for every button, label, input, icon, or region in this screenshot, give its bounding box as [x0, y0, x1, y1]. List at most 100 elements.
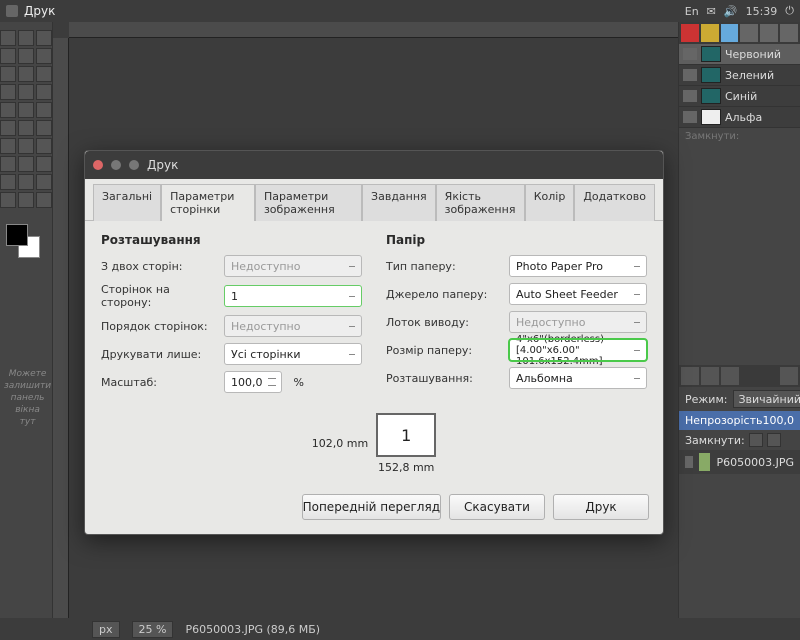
eye-icon[interactable]	[683, 111, 697, 123]
scale-label: Масштаб:	[101, 376, 216, 389]
dialog-title: Друк	[147, 158, 178, 172]
volume-icon[interactable]: 🔊	[724, 5, 738, 18]
tab-general[interactable]: Загальні	[93, 184, 161, 221]
dialog-buttons: Попередній перегляд Скасувати Друк	[85, 486, 663, 534]
tool-foreground[interactable]	[0, 66, 16, 82]
layer-name: P6050003.JPG	[716, 456, 794, 469]
two-sided-select: Недоступно	[224, 255, 362, 277]
panel-tab-history[interactable]	[721, 24, 739, 42]
paper-size-select[interactable]: 4"x6"(borderless) [4.00"x6.00" 101.6x152…	[509, 339, 647, 361]
tool-scissors[interactable]	[36, 48, 52, 64]
panel-tab-colors[interactable]	[701, 24, 719, 42]
orientation-select[interactable]: Альбомна	[509, 367, 647, 389]
tab-page-setup[interactable]: Параметри сторінки	[161, 184, 255, 221]
lock-row-top: Замкнути:	[679, 128, 800, 145]
tool-color-picker[interactable]	[36, 66, 52, 82]
tool-heal[interactable]	[36, 192, 52, 208]
tool-crop[interactable]	[18, 102, 34, 118]
layer-row[interactable]: P6050003.JPG	[679, 450, 800, 474]
opacity-row[interactable]: Непрозорість 100,0	[679, 411, 800, 430]
paper-type-select[interactable]: Photo Paper Pro	[509, 255, 647, 277]
tool-zoom[interactable]	[0, 84, 16, 100]
panel-tab-layers[interactable]	[681, 367, 699, 385]
mode-select[interactable]: Звичайний	[733, 390, 800, 408]
paper-size-label: Розмір паперу:	[386, 344, 501, 357]
paper-source-select[interactable]: Auto Sheet Feeder	[509, 283, 647, 305]
tab-job[interactable]: Завдання	[362, 184, 436, 221]
panel-tab-channels[interactable]	[681, 24, 699, 42]
mail-icon[interactable]: ✉	[707, 5, 716, 18]
tool-bucket[interactable]	[0, 156, 16, 172]
tool-align[interactable]	[0, 102, 16, 118]
page-order-select: Недоступно	[224, 315, 362, 337]
eye-icon[interactable]	[685, 456, 693, 468]
channel-row[interactable]: Альфа	[679, 107, 800, 128]
layer-thumb	[699, 453, 711, 471]
tool-perspective[interactable]	[36, 120, 52, 136]
tool-scale[interactable]	[0, 120, 16, 136]
print-button[interactable]: Друк	[553, 494, 649, 520]
panel-tab-brushes[interactable]	[701, 367, 719, 385]
panel-tab-more3[interactable]	[780, 24, 798, 42]
panel-tab-more2[interactable]	[760, 24, 778, 42]
app-menu-icon[interactable]	[6, 5, 18, 17]
tool-eraser[interactable]	[18, 174, 34, 190]
unit-select[interactable]: px	[92, 621, 120, 638]
tool-rect-select[interactable]	[0, 30, 16, 46]
maximize-icon[interactable]	[129, 160, 139, 170]
channel-row[interactable]: Синій	[679, 86, 800, 107]
tab-advanced[interactable]: Додатково	[574, 184, 655, 221]
tool-rotate[interactable]	[36, 102, 52, 118]
toolbox: Можете залишити панель вікна тут	[0, 22, 53, 618]
color-swatch[interactable]	[6, 224, 42, 260]
tool-paintbrush[interactable]	[0, 174, 16, 190]
lock-row: Замкнути:	[679, 430, 800, 450]
status-bar: px 25 % P6050003.JPG (89,6 МБ)	[0, 618, 800, 640]
tab-color[interactable]: Колір	[525, 184, 575, 221]
tab-image-quality[interactable]: Якість зображення	[436, 184, 525, 221]
cancel-button[interactable]: Скасувати	[449, 494, 545, 520]
eye-icon[interactable]	[683, 90, 697, 102]
eye-icon[interactable]	[683, 69, 697, 81]
channel-thumb	[701, 67, 721, 83]
os-titlebar: Друк En ✉ 🔊 15:39 ⏻	[0, 0, 800, 22]
close-icon[interactable]	[93, 160, 103, 170]
tool-airbrush[interactable]	[36, 174, 52, 190]
tool-color-select[interactable]	[18, 48, 34, 64]
tool-flip[interactable]	[0, 138, 16, 154]
lock-alpha-icon[interactable]	[767, 433, 781, 447]
channel-name: Червоний	[725, 48, 781, 61]
zoom-select[interactable]: 25 %	[132, 621, 174, 638]
tool-cage[interactable]	[18, 138, 34, 154]
opacity-label: Непрозорість	[685, 414, 763, 427]
panel-tab-more1[interactable]	[740, 24, 758, 42]
channel-row[interactable]: Зелений	[679, 65, 800, 86]
tool-text[interactable]	[36, 138, 52, 154]
dialog-titlebar[interactable]: Друк	[85, 151, 663, 179]
tool-move[interactable]	[36, 84, 52, 100]
tool-shear[interactable]	[18, 120, 34, 136]
tool-paths[interactable]	[18, 66, 34, 82]
scale-spin[interactable]: 100,0	[224, 371, 282, 393]
lang-indicator[interactable]: En	[685, 5, 699, 18]
tool-fuzzy-select[interactable]	[0, 48, 16, 64]
preview-button[interactable]: Попередній перегляд	[302, 494, 441, 520]
tool-blend[interactable]	[18, 156, 34, 172]
print-only-select[interactable]: Усі сторінки	[224, 343, 362, 365]
tool-ink[interactable]	[0, 192, 16, 208]
tool-ellipse-select[interactable]	[18, 30, 34, 46]
tool-free-select[interactable]	[36, 30, 52, 46]
minimize-icon[interactable]	[111, 160, 121, 170]
pages-per-side-select[interactable]: 1	[224, 285, 362, 307]
tab-image-settings[interactable]: Параметри зображення	[255, 184, 362, 221]
lock-pixel-icon[interactable]	[749, 433, 763, 447]
tool-clone[interactable]	[18, 192, 34, 208]
panel-tab-patterns[interactable]	[721, 367, 739, 385]
tool-measure[interactable]	[18, 84, 34, 100]
tool-pencil[interactable]	[36, 156, 52, 172]
preview-height: 102,0 mm	[312, 437, 368, 450]
power-icon[interactable]: ⏻	[785, 4, 794, 18]
eye-icon[interactable]	[683, 48, 697, 60]
panel-menu-icon[interactable]	[780, 367, 798, 385]
channel-row[interactable]: Червоний	[679, 44, 800, 65]
